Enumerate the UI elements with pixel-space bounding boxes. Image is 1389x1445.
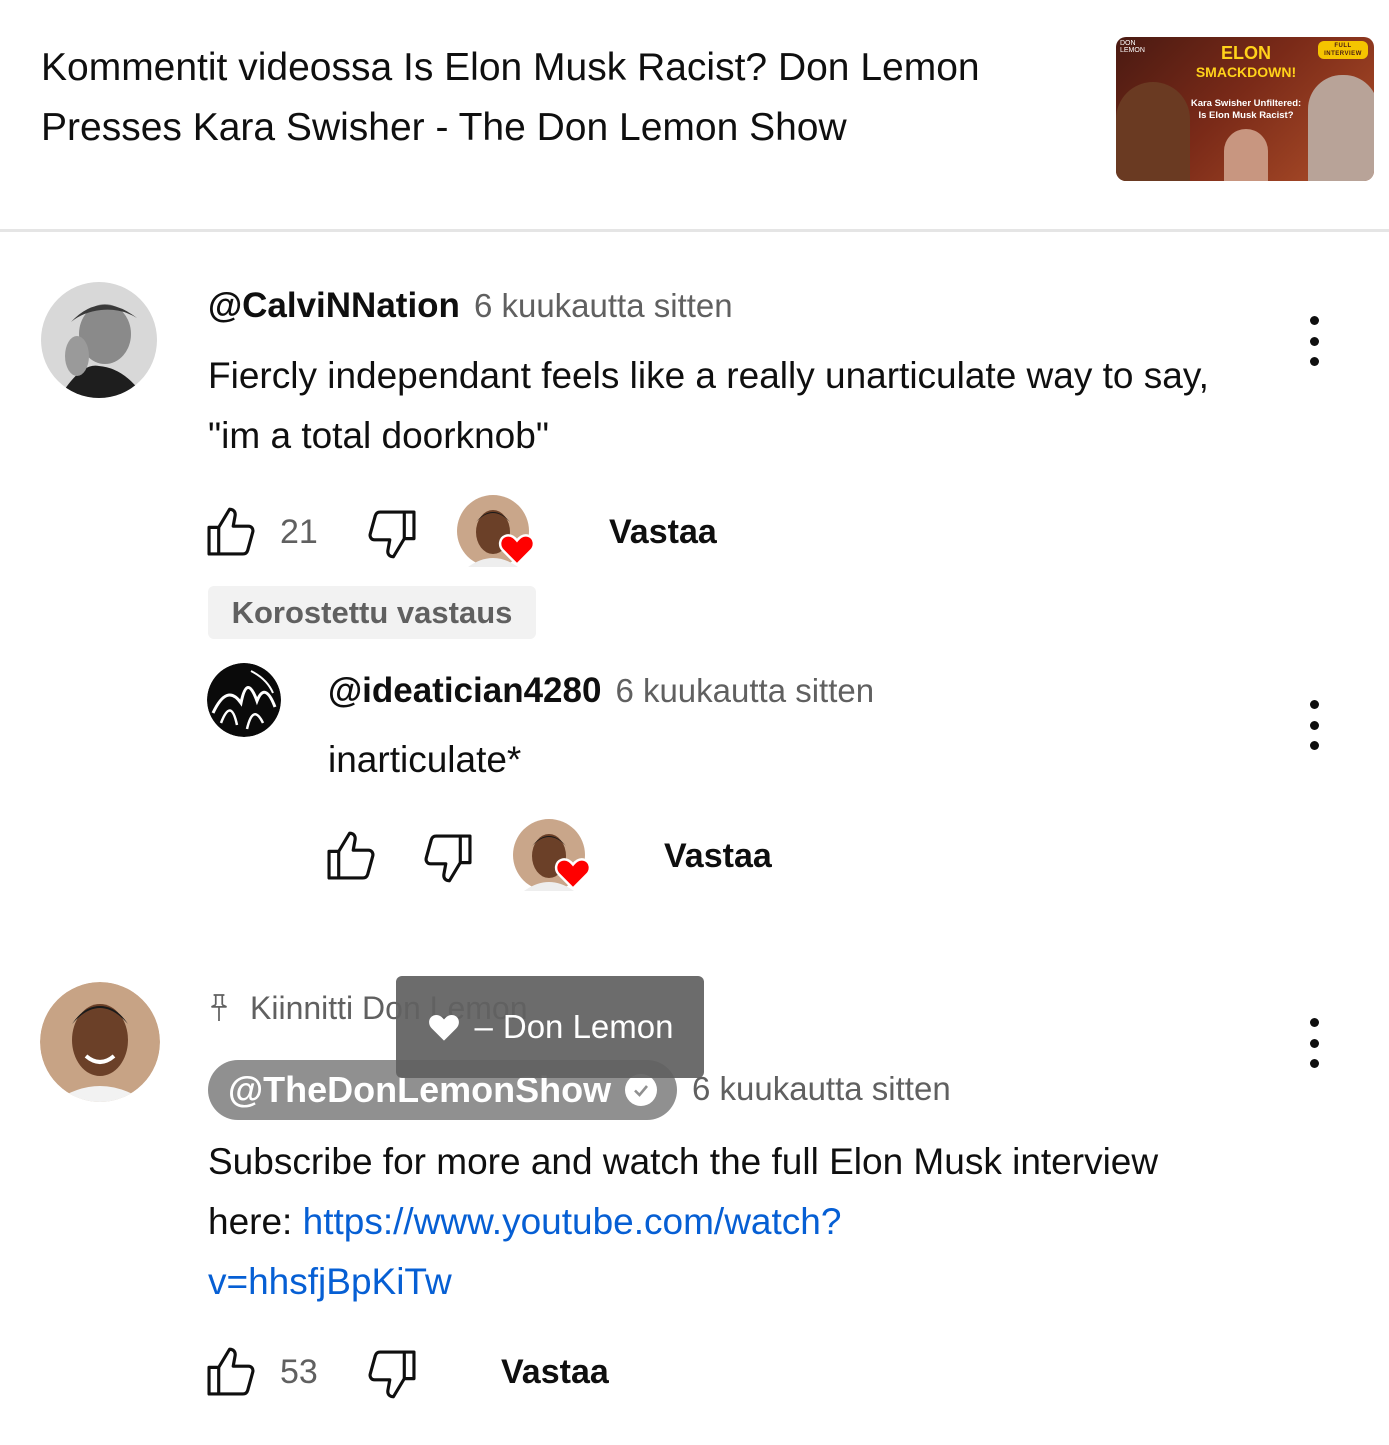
avatar-image	[40, 982, 160, 1102]
thumb-up-icon[interactable]	[203, 1342, 261, 1400]
comment-author[interactable]: @ideatician4280	[328, 671, 601, 711]
reply-button[interactable]: Vastaa	[609, 512, 717, 552]
thumbnail-headline-2: SMACKDOWN!	[1195, 64, 1297, 80]
reply-button[interactable]: Vastaa	[664, 836, 772, 876]
creator-heart-badge[interactable]	[512, 818, 592, 894]
avatar[interactable]	[40, 982, 160, 1102]
highlighted-reply-chip: Korostettu vastaus	[208, 586, 536, 639]
video-thumbnail[interactable]: DON LEMON FULL INTERVIEW ELON SMACKDOWN!…	[1116, 37, 1374, 181]
heart-tooltip: – Don Lemon	[396, 976, 704, 1078]
comment-time[interactable]: 6 kuukautta sitten	[615, 672, 874, 710]
thumbnail-face-middle	[1224, 129, 1268, 181]
verified-check-icon	[625, 1074, 658, 1106]
avatar[interactable]	[207, 663, 281, 737]
heart-icon	[498, 534, 536, 566]
thumbnail-headline-1: ELON	[1220, 43, 1271, 63]
thumbnail-subtitle-2: Is Elon Musk Racist?	[1198, 110, 1294, 121]
comment-text: inarticulate*	[328, 739, 522, 780]
thumbnail-face-left	[1116, 82, 1190, 181]
heart-icon	[428, 1014, 459, 1041]
avatar-image	[41, 282, 157, 398]
comment-time[interactable]: 6 kuukautta sitten	[474, 287, 733, 325]
tooltip-name: Don Lemon	[502, 1008, 674, 1045]
comment-meta: @ideatician4280 6 kuukautta sitten	[328, 671, 874, 711]
page-title: Kommentit videossa Is Elon Musk Racist? …	[41, 46, 980, 149]
thumb-down-icon[interactable]	[418, 830, 476, 888]
thumbnail-face-right	[1308, 75, 1374, 181]
tooltip-dash: –	[474, 1008, 493, 1045]
comment-time[interactable]: 6 kuukautta sitten	[692, 1070, 951, 1108]
heart-icon	[554, 858, 592, 890]
pin-icon	[211, 994, 227, 1021]
comment-meta: @CalviNNation 6 kuukautta sitten	[208, 286, 733, 326]
thumbnail-tag: FULL INTERVIEW	[1318, 41, 1368, 59]
comment-text: Subscribe for more and watch the full El…	[208, 1132, 1168, 1312]
thumb-down-icon[interactable]	[362, 1346, 420, 1404]
kebab-menu-icon[interactable]	[1304, 1018, 1324, 1068]
kebab-menu-icon[interactable]	[1304, 316, 1324, 366]
avatar-image	[207, 663, 281, 737]
thumb-up-icon[interactable]	[323, 826, 381, 884]
like-count: 21	[280, 513, 318, 551]
thumb-up-icon[interactable]	[203, 502, 261, 560]
avatar[interactable]	[41, 282, 157, 398]
thumbnail-channel-badge: DON LEMON	[1120, 40, 1145, 54]
reply-button[interactable]: Vastaa	[501, 1352, 609, 1392]
like-count: 53	[280, 1353, 318, 1391]
thumbnail-subtitle-1: Kara Swisher Unfiltered:	[1190, 98, 1302, 109]
creator-heart-badge[interactable]	[456, 494, 536, 570]
comment-meta: 6 kuukautta sitten	[692, 1070, 951, 1108]
comment-text: Fiercly independant feels like a really …	[208, 355, 1209, 456]
video-link[interactable]: https://www.youtube.com/watch? v=hhsfjBpK…	[208, 1201, 841, 1302]
kebab-menu-icon[interactable]	[1304, 700, 1324, 750]
comments-header: Kommentit videossa Is Elon Musk Racist? …	[0, 0, 1389, 232]
thumb-down-icon[interactable]	[362, 506, 420, 564]
comment-author[interactable]: @CalviNNation	[208, 286, 460, 326]
